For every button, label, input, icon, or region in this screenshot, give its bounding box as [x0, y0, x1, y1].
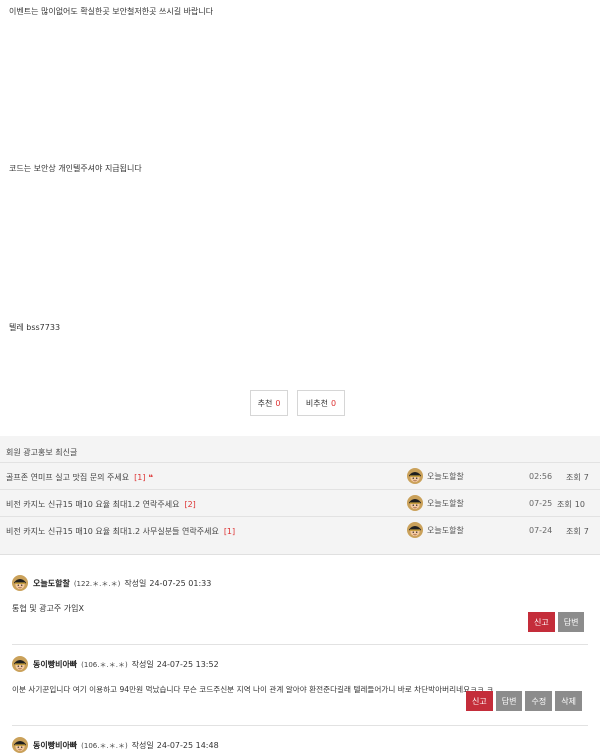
comment-count: [1] — [134, 473, 146, 482]
related-posts-title: 회원 광고홍보 최신글 — [6, 448, 78, 457]
hot-quote-icon: ❝ — [148, 473, 154, 482]
avatar — [407, 468, 423, 484]
avatar — [407, 495, 423, 511]
comment-text: 통협 및 광고주 가입X — [12, 604, 84, 613]
post-content: 이벤트는 많이없어도 확실한곳 보안철저한곳 쓰시길 바랍니다 코드는 보안상 … — [0, 0, 600, 436]
author-nick[interactable]: 오늘도할찰 — [427, 498, 464, 509]
reply-button[interactable]: 답변 — [495, 691, 523, 711]
comment-actions: 신고 답변 수정 삭제 — [466, 691, 582, 711]
view-count: 조회 10 — [557, 499, 585, 510]
comment-ip: (106.＊.＊.＊) — [81, 661, 128, 669]
reply-button[interactable]: 답변 — [557, 612, 585, 632]
comment-author[interactable]: 동이빵비아빠 (106.＊.＊.＊) 작성일 24-07-25 13:52 — [33, 659, 219, 670]
view-number: 7 — [583, 473, 589, 482]
delete-button[interactable]: 삭제 — [555, 691, 582, 711]
written-label: 작성일 — [124, 579, 147, 588]
view-count: 조회 7 — [566, 526, 589, 537]
related-post-row[interactable]: 골프존 연미프 실고 맛집 문의 주세요 [1] ❝ 오늘도할찰 02:56 조회 7 — [0, 462, 600, 489]
recommend-count: 0 — [275, 398, 281, 408]
not-recommend-button[interactable]: 비추천 0 — [297, 390, 345, 416]
report-button[interactable]: 신고 — [466, 691, 493, 711]
related-post-subject[interactable]: 비전 카지노 신규15 매10 요율 최대1.2 연락주세요 [2] — [6, 499, 196, 510]
comment-author-nick: 오늘도할찰 — [33, 579, 70, 588]
comment-item: 동이빵비아빠 (106.＊.＊.＊) 작성일 24-07-25 14:48 — [12, 737, 588, 756]
post-date: 07-25 — [529, 499, 553, 508]
recommend-label: 추천 — [257, 398, 273, 408]
post-line: 이벤트는 많이없어도 확실한곳 보안철저한곳 쓰시길 바랍니다 — [9, 7, 214, 16]
author-nick[interactable]: 오늘도할찰 — [427, 471, 464, 482]
comment-date: 24-07-25 01:33 — [149, 579, 212, 588]
report-button[interactable]: 신고 — [528, 612, 555, 632]
view-number: 10 — [574, 500, 585, 509]
comment-divider — [12, 725, 588, 726]
related-post-subject[interactable]: 골프존 연미프 실고 맛집 문의 주세요 [1] ❝ — [6, 472, 153, 483]
avatar — [12, 737, 28, 753]
comment-date: 24-07-25 14:48 — [156, 741, 219, 750]
comment-date: 24-07-25 13:52 — [156, 660, 219, 669]
post-date: 07-24 — [529, 526, 553, 535]
comment-text: 이분 사기꾼입니다 여기 이용하고 94만원 먹났습니다 무슨 코드주신분 지역… — [12, 685, 494, 694]
related-post-subject[interactable]: 비전 카지노 신규15 매10 요율 최대1.2 사무실분들 연락주세요 [1] — [6, 526, 235, 537]
comment-count: [2] — [184, 500, 196, 509]
author-nick[interactable]: 오늘도할찰 — [427, 525, 464, 536]
related-post-row[interactable]: 비전 카지노 신규15 매10 요율 최대1.2 사무실분들 연락주세요 [1] … — [0, 516, 600, 543]
view-label: 조회 — [566, 527, 581, 536]
view-label: 조회 — [557, 500, 572, 509]
comment-item: 오늘도할찰 (122.＊.＊.＊) 작성일 24-07-25 01:33 통협 및 광… — [12, 575, 588, 653]
edit-button[interactable]: 수정 — [525, 691, 553, 711]
view-label: 조회 — [566, 473, 581, 482]
related-post-row[interactable]: 비전 카지노 신규15 매10 요율 최대1.2 연락주세요 [2] 오늘도할찰 … — [0, 489, 600, 516]
comment-ip: (106.＊.＊.＊) — [81, 742, 128, 750]
comment-ip: (122.＊.＊.＊) — [73, 580, 121, 588]
written-label: 작성일 — [131, 660, 154, 669]
recommend-button[interactable]: 추천 0 — [250, 390, 288, 416]
not-recommend-label: 비추천 — [305, 398, 328, 408]
view-count: 조회 7 — [566, 472, 589, 483]
related-posts-panel: 회원 광고홍보 최신글 골프존 연미프 실고 맛집 문의 주세요 [1] ❝ 오늘도… — [0, 436, 600, 554]
vote-row: 추천 0 비추천 0 — [0, 390, 600, 418]
avatar — [12, 656, 28, 672]
post-line: 코드는 보안상 개인텔주셔야 지급됩니다 — [9, 164, 142, 173]
comment-author-nick: 동이빵비아빠 — [33, 660, 78, 669]
comment-author-nick: 동이빵비아빠 — [33, 741, 78, 750]
avatar — [12, 575, 28, 591]
comment-item: 동이빵비아빠 (106.＊.＊.＊) 작성일 24-07-25 13:52 이분 사기… — [12, 656, 588, 726]
related-post-subject-text: 골프존 연미프 실고 맛집 문의 주세요 — [6, 473, 130, 482]
related-post-subject-text: 비전 카지노 신규15 매10 요율 최대1.2 연락주세요 — [6, 500, 180, 509]
related-post-subject-text: 비전 카지노 신규15 매10 요율 최대1.2 사무실분들 연락주세요 — [6, 527, 219, 536]
comment-divider — [12, 644, 588, 645]
post-date: 02:56 — [529, 472, 553, 481]
comment-count: [1] — [223, 527, 236, 536]
view-number: 7 — [583, 527, 589, 536]
comment-author[interactable]: 동이빵비아빠 (106.＊.＊.＊) 작성일 24-07-25 14:48 — [33, 740, 219, 751]
comment-actions: 신고 답변 — [528, 612, 585, 632]
comment-list: 오늘도할찰 (122.＊.＊.＊) 작성일 24-07-25 01:33 통협 및 광… — [0, 554, 600, 756]
not-recommend-count: 0 — [331, 398, 337, 408]
comment-author[interactable]: 오늘도할찰 (122.＊.＊.＊) 작성일 24-07-25 01:33 — [33, 578, 211, 589]
written-label: 작성일 — [131, 741, 154, 750]
avatar — [407, 522, 423, 538]
post-line: 텔레 bss7733 — [9, 323, 61, 332]
